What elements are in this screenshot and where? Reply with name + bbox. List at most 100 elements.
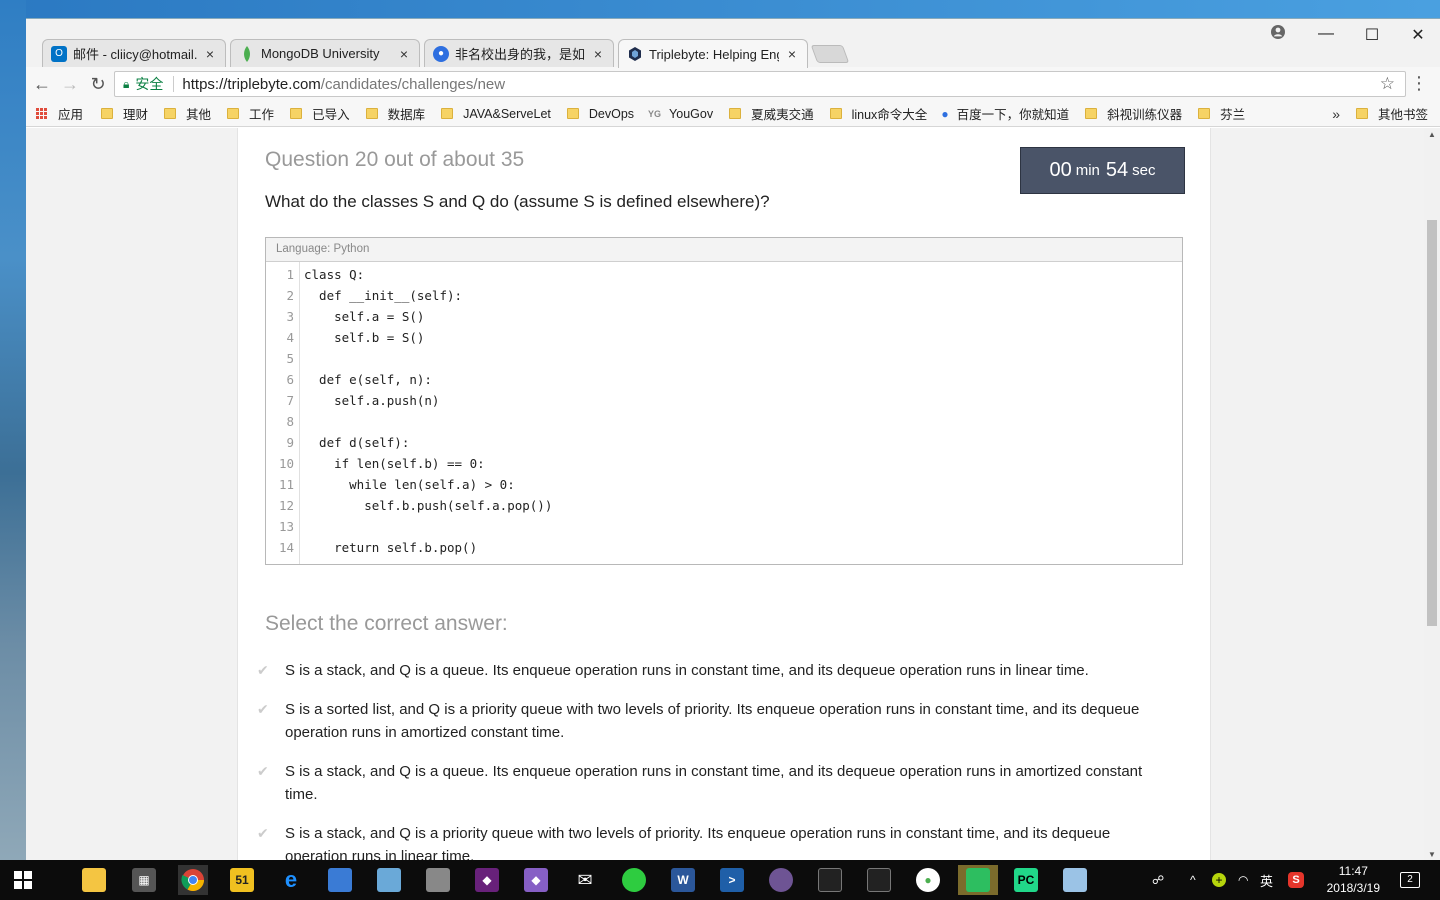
- tab-label: 邮件 - cliicy@hotmail.c: [73, 47, 197, 62]
- question-text: What do the classes S and Q do (assume S…: [265, 192, 770, 211]
- bookmark-folder[interactable]: 斜视训练仪器: [1085, 104, 1182, 123]
- calculator-icon[interactable]: ▦: [129, 865, 159, 895]
- bookmark-other-folder[interactable]: 其他书签: [1355, 104, 1428, 123]
- code-text: while len(self.a) > 0:: [304, 477, 515, 492]
- tray-plus-icon[interactable]: +: [1212, 860, 1226, 900]
- notepad-icon[interactable]: [374, 865, 404, 895]
- address-bar[interactable]: 🔒︎ 安全 https://triplebyte.com/candidates/…: [114, 71, 1406, 97]
- green-app-icon[interactable]: [619, 865, 649, 895]
- chrome-icon[interactable]: [178, 865, 208, 895]
- checkmark-icon: ✔: [257, 825, 269, 841]
- minimize-icon[interactable]: —: [1316, 25, 1336, 43]
- bookmark-star-icon[interactable]: ☆: [1380, 74, 1395, 94]
- question-header: Question 20 out of about 35: [265, 148, 525, 171]
- bookmarks-overflow-chevron[interactable]: »: [1332, 106, 1340, 122]
- tab-close-icon[interactable]: ×: [785, 46, 799, 62]
- answer-option[interactable]: ✔ S is a stack, and Q is a queue. Its en…: [257, 659, 1167, 682]
- system-clock[interactable]: 11:47 2018/3/19: [1327, 863, 1380, 897]
- code-text: self.b = S(): [304, 330, 425, 345]
- line-number: 5: [286, 351, 294, 366]
- powershell-icon[interactable]: >: [717, 865, 747, 895]
- baidu-paw-icon: ●: [941, 106, 949, 121]
- clock-time: 11:47: [1338, 864, 1368, 878]
- visual-studio-icon[interactable]: ◆: [472, 865, 502, 895]
- github-icon[interactable]: [766, 865, 796, 895]
- file-explorer-icon[interactable]: [79, 865, 109, 895]
- tab-mongodb[interactable]: MongoDB University ×: [230, 39, 420, 67]
- bookmark-folder[interactable]: 其他: [164, 104, 211, 123]
- bookmark-folder[interactable]: 理财: [101, 104, 148, 123]
- code-text: def e(self, n):: [304, 372, 432, 387]
- bookmark-folder[interactable]: 已导入: [290, 104, 350, 123]
- tab-outlook[interactable]: O 邮件 - cliicy@hotmail.c ×: [42, 39, 226, 67]
- checkmark-icon: ✔: [257, 701, 269, 717]
- back-arrow-icon[interactable]: ←: [32, 74, 52, 95]
- terminal-2-icon[interactable]: [864, 865, 894, 895]
- bookmark-folder[interactable]: 数据库: [365, 104, 425, 123]
- address-separator: [173, 76, 175, 92]
- pycharm-icon[interactable]: PC: [1011, 865, 1041, 895]
- tab-close-icon[interactable]: ×: [591, 46, 605, 62]
- wifi-icon[interactable]: ◠: [1238, 860, 1248, 900]
- notification-center-icon[interactable]: 2: [1400, 860, 1420, 900]
- internet-explorer-icon[interactable]: e: [276, 865, 306, 895]
- forward-arrow-icon[interactable]: →: [60, 74, 80, 95]
- url-host: https://triplebyte.com: [182, 75, 321, 93]
- bookmark-folder[interactable]: 工作: [227, 104, 274, 123]
- app-51-icon[interactable]: 51: [227, 865, 257, 895]
- evernote-icon[interactable]: [958, 865, 998, 895]
- people-icon[interactable]: ☍: [1152, 860, 1164, 900]
- file-manager-icon[interactable]: [325, 865, 355, 895]
- tab-baidu[interactable]: ● 非名校出身的我，是如何 ×: [424, 39, 614, 67]
- answer-text: S is a stack, and Q is a queue. Its enqu…: [285, 662, 1089, 679]
- tray-chevron-icon[interactable]: ^: [1190, 860, 1196, 900]
- bookmark-folder[interactable]: linux命令大全: [829, 104, 927, 123]
- answer-option[interactable]: ✔ S is a stack, and Q is a priority queu…: [257, 822, 1167, 861]
- ime-indicator[interactable]: 英: [1260, 860, 1273, 900]
- chrome-menu-icon[interactable]: ⋮: [1410, 73, 1428, 94]
- scroll-thumb[interactable]: [1427, 220, 1437, 626]
- clock-date: 2018/3/19: [1326, 881, 1380, 895]
- close-window-icon[interactable]: ✕: [1408, 25, 1428, 45]
- tab-close-icon[interactable]: ×: [203, 46, 217, 62]
- line-number: 1: [286, 267, 294, 282]
- bookmark-label: 理财: [123, 108, 149, 122]
- code-text: def d(self):: [304, 435, 410, 450]
- tab-close-icon[interactable]: ×: [397, 46, 411, 62]
- bookmark-folder[interactable]: JAVA&ServeLet: [441, 107, 551, 121]
- answer-text: S is a stack, and Q is a priority queue …: [285, 825, 1111, 861]
- mail-icon[interactable]: ✉: [570, 865, 600, 895]
- windows-start-icon[interactable]: [8, 865, 38, 895]
- notification-count: 2: [1400, 872, 1420, 888]
- bookmark-folder[interactable]: 芬兰: [1198, 104, 1245, 123]
- mongodb-icon[interactable]: ●: [913, 865, 943, 895]
- outlook-icon: O: [51, 45, 67, 62]
- reload-icon[interactable]: ↻: [88, 74, 108, 95]
- new-tab-button[interactable]: [810, 45, 850, 63]
- profile-icon[interactable]: [1268, 25, 1288, 44]
- answer-option[interactable]: ✔ S is a stack, and Q is a queue. Its en…: [257, 760, 1167, 806]
- terminal-icon[interactable]: [815, 865, 845, 895]
- triplebyte-hex-icon: [627, 46, 643, 62]
- code-text: self.a = S(): [304, 309, 425, 324]
- bookmark-yougov[interactable]: YG YouGov: [648, 107, 713, 121]
- tab-triplebyte[interactable]: Triplebyte: Helping Eng ×: [618, 39, 808, 68]
- scroll-up-arrow-icon[interactable]: ▲: [1424, 130, 1440, 139]
- bookmark-folder[interactable]: 夏威夷交通: [729, 104, 814, 123]
- checkmark-icon: ✔: [257, 662, 269, 678]
- bookmark-apps[interactable]: 应用: [36, 104, 83, 123]
- folder-icon: [729, 108, 742, 119]
- paint-icon[interactable]: [1060, 865, 1090, 895]
- page-scrollbar[interactable]: ▲ ▼: [1424, 128, 1440, 861]
- answer-option[interactable]: ✔ S is a sorted list, and Q is a priorit…: [257, 698, 1167, 744]
- visual-studio-2-icon[interactable]: ◆: [521, 865, 551, 895]
- scroll-down-arrow-icon[interactable]: ▼: [1424, 850, 1440, 859]
- bookmark-baidu[interactable]: ● 百度一下，你就知道: [941, 104, 1069, 123]
- maximize-icon[interactable]: ☐: [1362, 25, 1382, 45]
- sogou-icon[interactable]: S: [1288, 860, 1304, 900]
- bookmark-folder[interactable]: DevOps: [566, 107, 634, 121]
- microphone-icon[interactable]: [423, 865, 453, 895]
- select-answer-header: Select the correct answer:: [265, 612, 508, 635]
- word-icon[interactable]: W: [668, 865, 698, 895]
- countdown-timer: 00 min 54 sec: [1020, 147, 1185, 194]
